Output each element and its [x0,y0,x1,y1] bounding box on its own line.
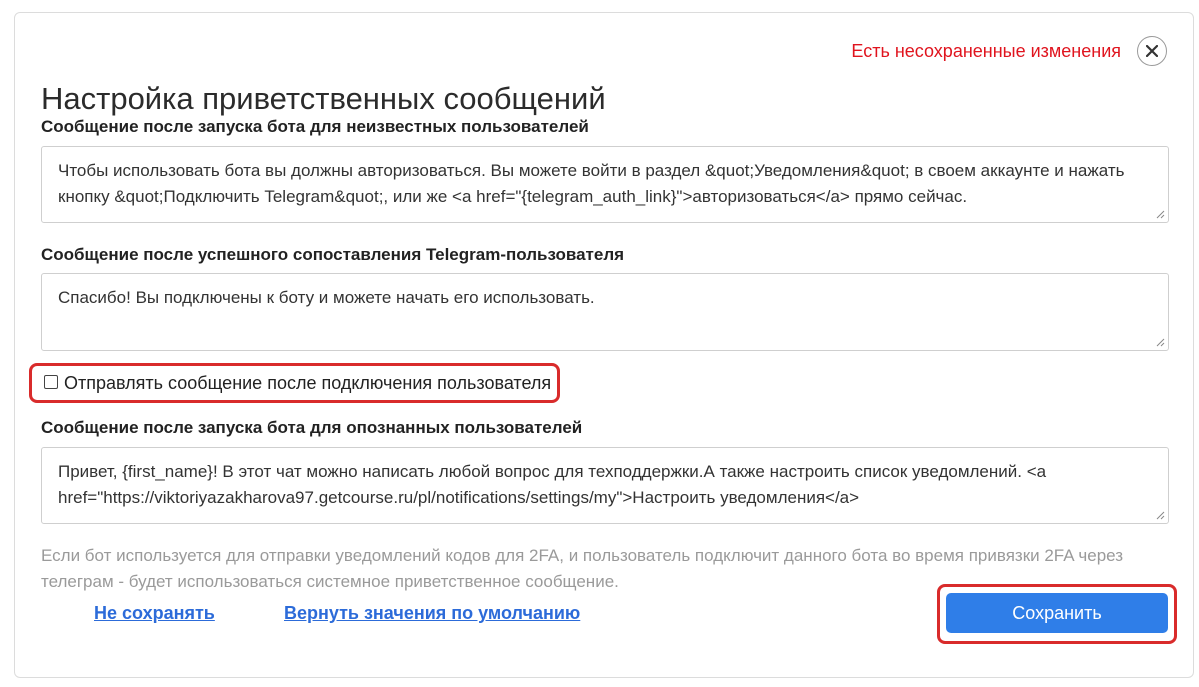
resize-handle-icon[interactable] [1156,338,1165,347]
restore-defaults-link[interactable]: Вернуть значения по умолчанию [284,603,580,624]
save-button[interactable]: Сохранить [946,593,1168,633]
close-button[interactable] [1137,36,1167,66]
matched-user-message-text: Спасибо! Вы подключены к боту и можете н… [58,288,595,307]
resize-handle-icon[interactable] [1156,511,1165,520]
send-after-connect-highlight: Отправлять сообщение после подключения п… [29,363,560,403]
resize-handle-icon[interactable] [1156,210,1165,219]
known-users-message-text: Привет, {first_name}! В этот чат можно н… [58,462,1047,507]
unknown-users-message-label: Сообщение после запуска бота для неизвес… [41,117,589,136]
unknown-users-message-textarea[interactable]: Чтобы использовать бота вы должны автори… [41,146,1169,223]
close-icon [1146,45,1158,57]
matched-user-message-textarea[interactable]: Спасибо! Вы подключены к боту и можете н… [41,273,1169,351]
send-after-connect-label[interactable]: Отправлять сообщение после подключения п… [64,373,551,394]
welcome-messages-dialog: Есть несохраненные изменения Настройка п… [14,12,1194,678]
page-title: Настройка приветственных сообщений [41,81,606,116]
matched-user-message-label: Сообщение после успешного сопоставления … [41,245,625,264]
save-button-highlight: Сохранить [937,584,1177,644]
known-users-message-textarea[interactable]: Привет, {first_name}! В этот чат можно н… [41,447,1169,524]
dont-save-link[interactable]: Не сохранять [94,603,215,624]
known-users-message-label: Сообщение после запуска бота для опознан… [41,418,583,437]
send-after-connect-checkbox[interactable] [44,375,58,389]
unknown-users-message-text: Чтобы использовать бота вы должны автори… [58,161,1125,206]
unsaved-changes-notice: Есть несохраненные изменения [851,41,1121,61]
